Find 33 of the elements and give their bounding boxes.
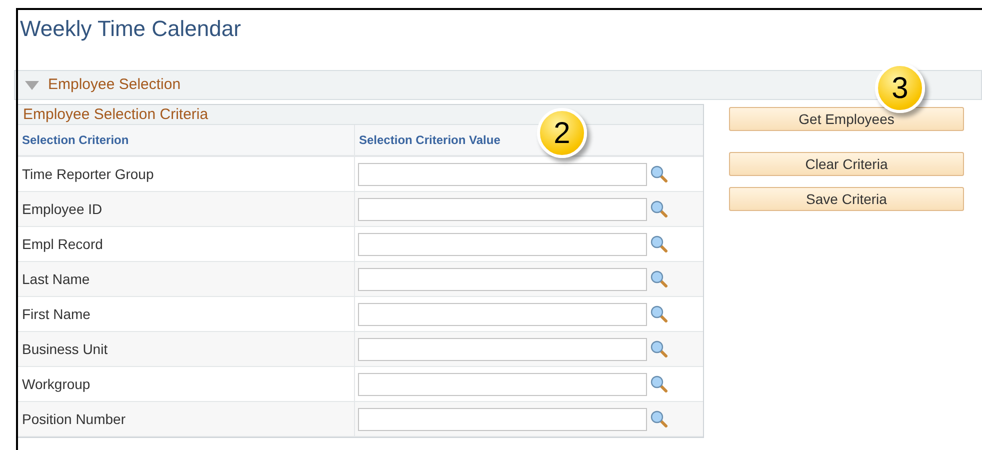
action-button[interactable]: Save Criteria [729, 187, 964, 211]
search-icon[interactable] [650, 200, 668, 218]
criterion-label: Employee ID [22, 200, 102, 219]
search-icon[interactable] [650, 375, 668, 393]
criterion-label: Position Number [22, 410, 126, 428]
column-header: Selection Criterion Value [359, 132, 500, 149]
action-button[interactable]: Clear Criteria [729, 152, 964, 176]
criterion-value-field[interactable] [358, 372, 647, 396]
section-title: Employee Selection [48, 74, 181, 95]
criterion-value-field[interactable] [358, 302, 647, 326]
column-header: Selection Criterion [22, 132, 129, 149]
criterion-label: Last Name [22, 270, 90, 288]
search-icon[interactable] [650, 235, 668, 253]
criterion-label: Workgroup [22, 374, 90, 394]
search-icon[interactable] [650, 340, 668, 358]
search-icon[interactable] [650, 270, 668, 288]
criterion-value-field[interactable] [358, 268, 647, 290]
criterion-value-field[interactable] [358, 338, 647, 360]
action-button[interactable]: Get Employees [729, 107, 964, 131]
search-icon[interactable] [650, 165, 668, 183]
criterion-value-field[interactable] [358, 162, 647, 186]
criterion-label: First Name [22, 304, 90, 324]
search-icon[interactable] [650, 410, 668, 428]
criterion-label: Time Reporter Group [22, 164, 154, 184]
criterion-label: Empl Record [22, 234, 103, 254]
criterion-value-field[interactable] [358, 408, 647, 430]
callout-number: 3 [875, 63, 925, 113]
search-icon[interactable] [650, 305, 668, 323]
collapse-icon[interactable] [25, 80, 39, 90]
criterion-value-field[interactable] [358, 232, 647, 256]
criterion-value-field[interactable] [358, 198, 647, 220]
page-title: Weekly Time Calendar [20, 16, 241, 42]
criterion-label: Business Unit [22, 340, 108, 358]
